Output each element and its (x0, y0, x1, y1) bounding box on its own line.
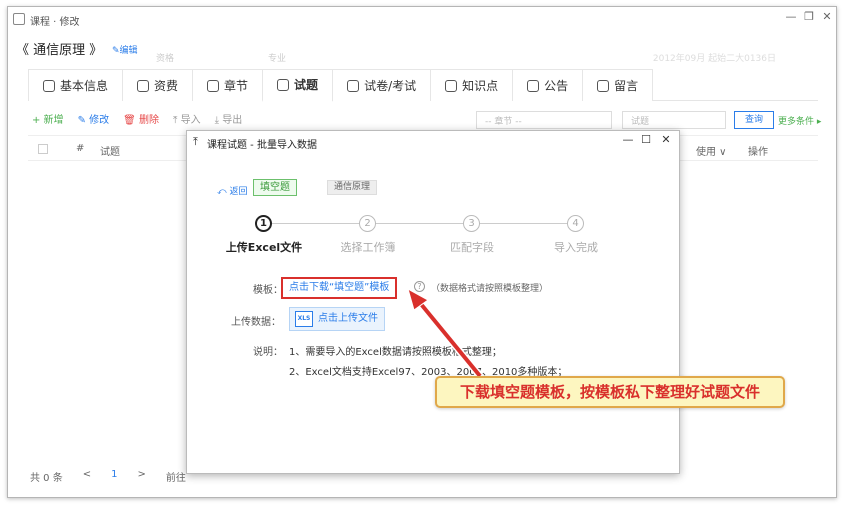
tab-label: 留言 (614, 78, 639, 93)
course-tabs: 基本信息 资费 章节 试题 试卷/考试 知识点 公告 留言 (28, 69, 818, 102)
total-count: 共 0 条 (30, 473, 63, 484)
chapter-select[interactable]: -- 章节 -- (476, 111, 612, 129)
excel-file-icon: XLS (295, 311, 313, 327)
tab-basic-info[interactable]: 基本信息 (28, 69, 124, 101)
col-question: 试题 (100, 147, 120, 158)
back-link[interactable]: ⤺ 返回 (217, 184, 247, 197)
tab-chapters[interactable]: 章节 (192, 69, 264, 101)
step-2-label: 选择工作簿 (340, 241, 396, 254)
note-1: 1、需要导入的Excel数据请按照模板格式整理； (289, 347, 502, 358)
ghost-label-1: 资格 (156, 54, 175, 64)
window-title: 课程 · 修改 (30, 17, 80, 28)
dialog-title: 课程试题 - 批量导入数据 (207, 140, 317, 151)
query-button[interactable]: 查询 (734, 111, 774, 129)
step-3-circle: 3 (463, 215, 480, 232)
next-page-button[interactable]: > (138, 469, 146, 484)
minimize-button[interactable]: — (783, 10, 799, 24)
coin-icon (137, 79, 150, 92)
prev-page-button[interactable]: < (83, 469, 91, 484)
upload-label: 上传数据： (231, 317, 281, 328)
question-type-tag: 填空题 (253, 179, 297, 196)
help-icon[interactable]: ? (414, 281, 425, 292)
question-search-input[interactable]: 试题 (622, 111, 726, 129)
toolbar: + 新增 ✎ 修改 🗑 删除 ⤒ 导入 ⤓ 导出 (32, 111, 242, 129)
delete-button[interactable]: 🗑 删除 (123, 111, 159, 129)
import-steps: 1 2 3 4 上传Excel文件 选择工作簿 匹配字段 导入完成 (226, 215, 615, 255)
tab-questions[interactable]: 试题 (262, 69, 334, 102)
step-4-circle: 4 (567, 215, 584, 232)
tab-label: 试题 (294, 78, 319, 92)
step-4-label: 导入完成 (554, 241, 598, 254)
question-icon (277, 79, 290, 91)
tab-exams[interactable]: 试卷/考试 (332, 69, 432, 101)
dialog-maximize-button[interactable]: ☐ (639, 133, 653, 147)
import-icon: ⤒ (193, 135, 198, 148)
exam-icon (347, 79, 360, 92)
col-no: # (76, 143, 85, 154)
steps-line (261, 223, 573, 224)
tab-messages[interactable]: 留言 (582, 69, 654, 101)
gear-icon (43, 79, 55, 92)
download-template-link[interactable]: 点击下载“填空题”模板 (281, 277, 398, 299)
dialog-close-button[interactable]: ✕ (659, 133, 673, 147)
dialog-minimize-button[interactable]: — (621, 133, 635, 147)
upload-button-label: 点击上传文件 (318, 313, 378, 324)
tab-label: 基本信息 (60, 78, 109, 93)
select-all-checkbox[interactable] (38, 144, 48, 154)
tab-fees[interactable]: 资费 (122, 69, 194, 101)
export-button[interactable]: ⤓ 导出 (215, 111, 243, 129)
notice-icon (527, 79, 540, 92)
step-1-label: 上传Excel文件 (225, 241, 303, 254)
ghost-label-3: 2012年09月 起始二大0136日 (652, 54, 776, 64)
template-label: 模板： (253, 285, 283, 296)
message-icon (597, 79, 610, 92)
dialog-title-bar: ⤒ 课程试题 - 批量导入数据 — ☐ ✕ (187, 131, 679, 153)
modify-button[interactable]: ✎ 修改 (78, 111, 110, 129)
add-button[interactable]: + 新增 (32, 111, 64, 129)
import-button[interactable]: ⤒ 导入 (173, 111, 201, 129)
ghost-label-2: 专业 (268, 54, 287, 64)
title-bar: 课程 · 修改 — ❐ ✕ (8, 7, 836, 33)
step-1-circle: 1 (255, 215, 272, 232)
col-operation: 操作 (748, 147, 768, 158)
step-2-circle: 2 (359, 215, 376, 232)
template-hint: （数据格式请按照模板整理） (431, 284, 549, 294)
current-page[interactable]: 1 (111, 469, 117, 484)
knowledge-icon (445, 79, 458, 92)
upload-file-button[interactable]: XLS 点击上传文件 (289, 307, 385, 331)
step-3-label: 匹配字段 (450, 241, 494, 254)
course-title: 《 通信原理 》 (16, 43, 103, 58)
edit-course-link[interactable]: ✎编辑 (112, 43, 138, 56)
tab-label: 公告 (544, 78, 569, 93)
tab-knowledge[interactable]: 知识点 (430, 69, 514, 101)
note-label: 说明： (253, 347, 283, 358)
tab-label: 试卷/考试 (364, 78, 417, 93)
goto-label: 前往 (165, 473, 186, 484)
course-tag: 通信原理 (327, 180, 378, 195)
close-button[interactable]: ✕ (819, 10, 835, 24)
import-dialog: ⤒ 课程试题 - 批量导入数据 — ☐ ✕ ⤺ 返回 填空题 通信原理 1 2 … (186, 130, 680, 474)
tab-label: 知识点 (462, 78, 499, 93)
pager: 共 0 条 < 1 > 前往 (30, 469, 186, 484)
more-conditions-link[interactable]: 更多条件 ▸ (778, 114, 821, 127)
tab-label: 章节 (224, 78, 249, 93)
tab-notice[interactable]: 公告 (512, 69, 584, 101)
app-logo-icon (13, 13, 25, 25)
maximize-button[interactable]: ❐ (801, 10, 817, 24)
col-usage[interactable]: 使用 ∨ (696, 143, 727, 158)
tab-label: 资费 (154, 78, 179, 93)
chapter-icon (207, 79, 220, 92)
course-header: 《 通信原理 》 ✎编辑 资格 专业 2012年09月 起始二大0136日 (8, 33, 836, 71)
annotation-callout: 下载填空题模板，按模板私下整理好试题文件 (435, 376, 785, 408)
